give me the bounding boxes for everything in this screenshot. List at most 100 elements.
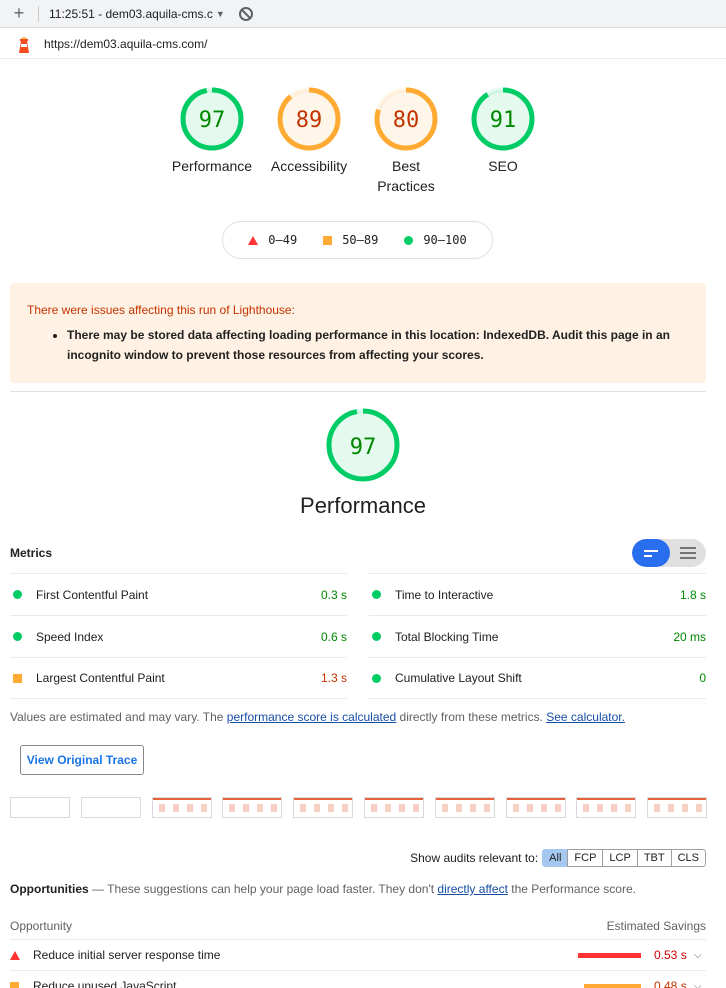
performance-title: Performance (300, 493, 426, 518)
opportunities-desc-1: These suggestions can help your page loa… (107, 882, 438, 896)
gauge-score: 97 (199, 108, 226, 133)
warning-title: There were issues affecting this run of … (27, 303, 295, 317)
legend-average-label: 50–89 (342, 233, 379, 247)
chevron-down-icon: ▼ (215, 8, 225, 19)
metric-value: 1.8 s (679, 587, 706, 602)
legend-fail-label: 0–49 (268, 233, 298, 247)
metric-name: First Contentful Paint (36, 587, 149, 602)
opportunity-name: Reduce unused JavaScript (33, 979, 177, 988)
opportunities-column-headers: Opportunity Estimated Savings (10, 912, 706, 940)
opportunity-name: Reduce initial server response time (33, 948, 221, 962)
chevron-down-icon[interactable]: ⌵ (694, 981, 706, 988)
filter-chip-lcp[interactable]: LCP (602, 849, 638, 867)
triangle-icon (248, 235, 259, 245)
score-calculated-link[interactable]: performance score is calculated (227, 710, 396, 724)
performance-section-header: 97 Performance (0, 408, 726, 519)
opportunity-row[interactable]: Reduce initial server response time 0.53 … (10, 940, 706, 971)
savings-value: 0.53 s (654, 948, 687, 962)
report-url-bar: https://dem03.aquila-cms.com/ (0, 29, 726, 59)
expanded-view-icon[interactable] (670, 539, 706, 567)
metric-mark (372, 632, 381, 641)
opportunities-header: Opportunities — These suggestions can he… (10, 882, 636, 896)
see-calculator-link[interactable]: See calculator. (546, 710, 625, 724)
gauge-ring: 97 (180, 87, 244, 151)
report-selector[interactable]: 11:25:51 - dem03.aquila-cms.c ▼ (49, 7, 225, 21)
filter-chip-cls[interactable]: CLS (670, 849, 706, 867)
filmstrip-frame (80, 797, 141, 818)
metrics-header: Metrics (10, 538, 706, 568)
gauge-label: Performance (171, 158, 253, 174)
gauge-score: 91 (490, 108, 517, 133)
devtools-toolbar: + 11:25:51 - dem03.aquila-cms.c ▼ (0, 0, 726, 28)
circle-icon (13, 632, 22, 641)
filmstrip-frame (505, 797, 566, 818)
gauge-label: Accessibility (270, 158, 348, 174)
opportunities-dash: — (88, 882, 108, 896)
warning-item: There may be stored data affecting loadi… (67, 325, 689, 365)
run-warnings: There were issues affecting this run of … (10, 283, 706, 383)
filmstrip-frame (647, 797, 708, 818)
metric-mark (13, 673, 22, 683)
metric-value: 0.6 s (320, 629, 347, 644)
collapsed-view-icon[interactable] (632, 539, 670, 567)
metric-name: Cumulative Layout Shift (395, 671, 522, 685)
metrics-column-right: Time to Interactive 1.8 s Total Blocking T… (369, 573, 706, 699)
note-prefix: Values are estimated and may vary. The (10, 710, 227, 724)
circle-icon (404, 235, 414, 245)
metric-row: Largest Contentful Paint 1.3 s (10, 657, 347, 699)
gauge-ring: 91 (471, 87, 535, 151)
metric-mark (372, 673, 381, 683)
lighthouse-logo-icon (19, 36, 29, 53)
metric-name: Total Blocking Time (395, 629, 499, 644)
clear-icon[interactable] (238, 6, 253, 21)
filmstrip-frame (151, 797, 212, 818)
gauge-best-practices[interactable]: 80 Best Practices (360, 87, 452, 196)
score-scale-legend: 0–49 50–89 90–100 (222, 221, 493, 259)
circle-icon (13, 590, 22, 599)
directly-affect-link[interactable]: directly affect (437, 882, 507, 896)
filmstrip-frame (10, 797, 70, 818)
new-report-button[interactable]: + (8, 3, 30, 25)
legend-pass-label: 90–100 (423, 233, 467, 247)
warning-list: There may be stored data affecting loadi… (67, 325, 689, 365)
metric-name: Speed Index (36, 629, 104, 644)
legend-pass: 90–100 (404, 233, 467, 247)
gauge-seo[interactable]: 91 SEO (457, 87, 549, 176)
opportunity-mark (10, 950, 20, 960)
section-divider (10, 391, 706, 392)
gauge-accessibility[interactable]: 89 Accessibility (263, 87, 355, 176)
view-original-trace-button[interactable]: View Original Trace (20, 745, 144, 775)
gauge-score: 80 (393, 108, 420, 133)
audit-filter: Show audits relevant to: All FCP LCP TBT CLS (410, 849, 706, 867)
triangle-icon (10, 950, 20, 960)
opportunity-mark (10, 981, 20, 988)
filter-chip-all[interactable]: All (542, 849, 569, 867)
savings-bar (578, 952, 641, 958)
audited-url[interactable]: https://dem03.aquila-cms.com/ (44, 37, 207, 51)
metrics-column-left: First Contentful Paint 0.3 s Speed Index 0.… (10, 573, 347, 699)
filmstrip-frame (222, 797, 283, 818)
filmstrip (10, 797, 708, 819)
filter-chip-fcp[interactable]: FCP (567, 849, 604, 867)
metric-name: Largest Contentful Paint (36, 671, 165, 685)
metric-row: Total Blocking Time 20 ms (369, 615, 706, 657)
metric-value: 0 (699, 671, 706, 685)
metrics-view-toggle[interactable] (632, 539, 706, 567)
savings-bar (584, 983, 641, 988)
report-selector-label: 11:25:51 - dem03.aquila-cms.c (49, 6, 213, 21)
legend-average: 50–89 (323, 233, 378, 247)
metric-mark (13, 632, 22, 641)
chevron-down-icon[interactable]: ⌵ (694, 950, 706, 961)
opportunity-row[interactable]: Reduce unused JavaScript 0.48 s ⌵ (10, 971, 706, 988)
square-icon (323, 235, 333, 245)
gauge-label: SEO (488, 158, 518, 174)
filter-chip-tbt[interactable]: TBT (636, 849, 672, 867)
circle-icon (372, 590, 381, 599)
opportunities-desc-2: the Performance score. (507, 882, 636, 896)
metric-value: 0.3 s (320, 587, 347, 602)
metrics-note: Values are estimated and may vary. The p… (10, 710, 625, 724)
metric-value: 20 ms (673, 629, 706, 644)
square-icon (13, 673, 22, 683)
gauge-performance[interactable]: 97 Performance (166, 87, 258, 176)
filmstrip-frame (364, 797, 424, 818)
